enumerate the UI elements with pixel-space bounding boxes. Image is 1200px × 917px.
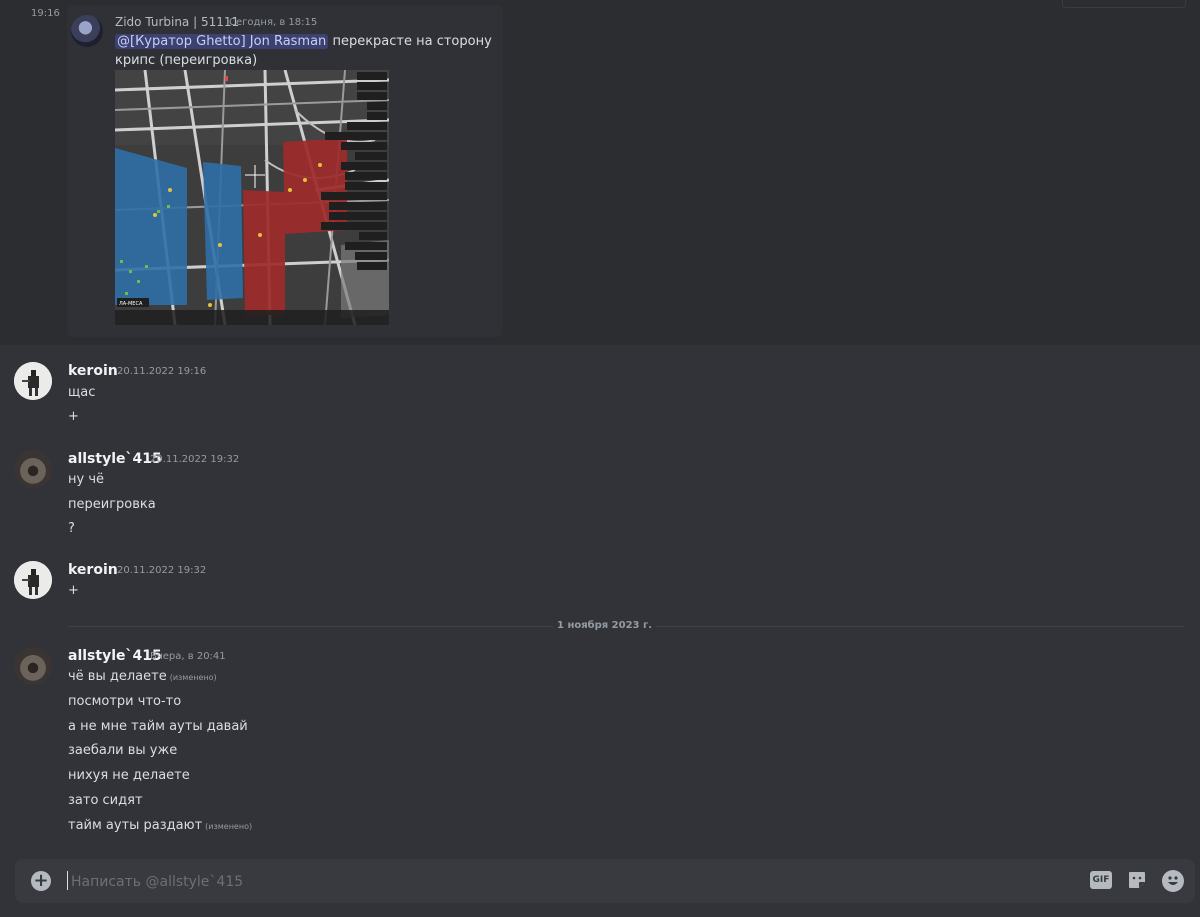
message-author[interactable]: allstyle`415 xyxy=(68,451,162,467)
toolbar-stub xyxy=(1062,0,1186,8)
message-composer: + GIF xyxy=(15,859,1195,903)
message-line: переигровка xyxy=(68,497,156,512)
message-input[interactable] xyxy=(69,869,1033,895)
edited-label: (изменено) xyxy=(169,673,217,682)
message-line: ну чё xyxy=(68,472,105,487)
sticker-icon-graphic xyxy=(1129,872,1145,888)
message-line: + xyxy=(68,409,79,424)
message-line: посмотри что-то xyxy=(68,694,182,709)
message-timestamp: 20.11.2022 19:32 xyxy=(150,454,240,465)
date-divider-label: 1 ноября 2023 г. xyxy=(553,620,657,631)
message-timestamp: 20.11.2022 19:32 xyxy=(117,565,207,576)
message-text: чё вы делаете xyxy=(68,669,167,684)
text-caret xyxy=(67,871,68,890)
embed-author-name[interactable]: Zido Turbina | 51111 xyxy=(115,15,239,29)
message-line: а не мне тайм ауты давай xyxy=(68,719,248,734)
message-line: + xyxy=(68,583,79,598)
forwarded-message-embed: Zido Turbina | 51111 Сегодня, в 18:15 @[… xyxy=(67,5,503,337)
avatar-image xyxy=(14,561,52,599)
avatar[interactable] xyxy=(14,561,52,599)
avatar[interactable] xyxy=(14,647,52,685)
embed-timestamp: Сегодня, в 18:15 xyxy=(229,17,318,28)
message-time: 19:16 xyxy=(31,8,60,19)
gif-picker-button[interactable]: GIF xyxy=(1090,871,1112,889)
message-author[interactable]: keroin xyxy=(68,363,118,379)
sticker-icon[interactable] xyxy=(1127,870,1147,890)
avatar-image xyxy=(14,362,52,400)
embed-text: @[Куратор Ghetto] Jon Rasman перекрасте … xyxy=(115,32,495,70)
map-screenshot-image[interactable]: ЛА-МЕСА xyxy=(115,70,389,325)
map-district-label: ЛА-МЕСА xyxy=(119,301,143,307)
map-graphic: ЛА-МЕСА xyxy=(115,70,389,325)
message-line: тайм ауты раздают (изменено) xyxy=(68,818,252,833)
add-attachment-icon[interactable]: + xyxy=(31,871,51,891)
edited-label: (изменено) xyxy=(205,822,253,831)
message-timestamp: Вчера, в 20:41 xyxy=(150,651,226,662)
avatar[interactable] xyxy=(14,362,52,400)
message-line: ? xyxy=(68,521,75,536)
message-author[interactable]: allstyle`415 xyxy=(68,648,162,664)
embed-author-avatar[interactable] xyxy=(71,15,103,47)
avatar[interactable] xyxy=(14,450,52,488)
message-author[interactable]: keroin xyxy=(68,562,118,578)
emoji-icon[interactable] xyxy=(1162,870,1184,892)
message-line: заебали вы уже xyxy=(68,743,178,758)
message-text: тайм ауты раздают xyxy=(68,818,203,833)
message-timestamp: 20.11.2022 19:16 xyxy=(117,366,207,377)
message-line: нихуя не делаете xyxy=(68,768,190,783)
message-line: зато сидят xyxy=(68,793,143,808)
message-line: чё вы делаете (изменено) xyxy=(68,669,217,684)
emoji-icon-graphic xyxy=(1168,876,1178,885)
message-line: щас xyxy=(68,385,96,400)
user-mention[interactable]: @[Куратор Ghetto] Jon Rasman xyxy=(115,34,329,49)
